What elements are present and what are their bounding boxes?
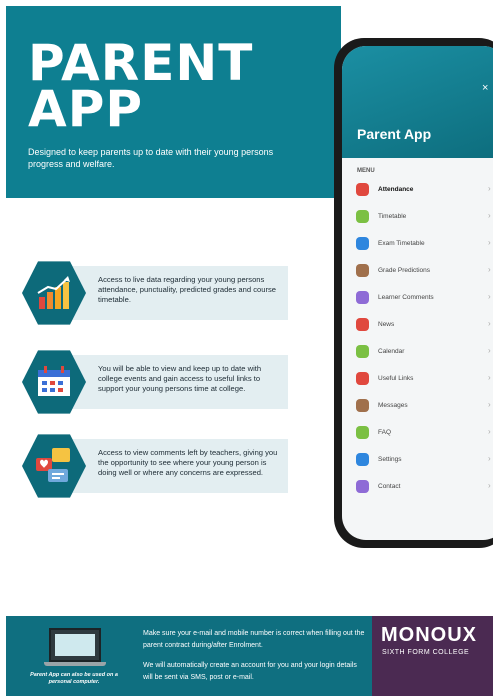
chevron-right-icon: › bbox=[488, 238, 491, 247]
menu-item-label: Messages bbox=[378, 402, 408, 409]
feature-text: Access to view comments left by teachers… bbox=[98, 448, 278, 477]
laptop-screen bbox=[49, 628, 101, 662]
menu-item-icon bbox=[356, 318, 369, 331]
chevron-right-icon: › bbox=[488, 400, 491, 409]
menu-item-learner-comments[interactable]: Learner Comments › bbox=[356, 285, 493, 312]
menu-list: Attendance › Timetable › Exam Timetable › Grad… bbox=[356, 177, 493, 501]
menu-item-icon bbox=[356, 345, 369, 358]
menu-item-icon bbox=[356, 426, 369, 439]
menu-item-label: Settings bbox=[378, 456, 402, 463]
feature-teacher-comments: Access to view comments left by teachers… bbox=[22, 434, 288, 498]
menu-item-icon bbox=[356, 480, 369, 493]
menu-item-settings[interactable]: Settings › bbox=[356, 447, 493, 474]
hero-subtitle: Designed to keep parents up to date with… bbox=[28, 147, 274, 169]
footer: Parent App can also be used on a persona… bbox=[6, 616, 493, 696]
chevron-right-icon: › bbox=[488, 292, 491, 301]
menu-item-label: News bbox=[378, 321, 395, 328]
page-title: PARENT APP bbox=[28, 38, 253, 138]
menu-item-attendance[interactable]: Attendance › bbox=[356, 177, 493, 204]
title-line-2: APP bbox=[28, 80, 143, 138]
phone-header: × Parent App bbox=[342, 46, 493, 158]
menu-item-grade-predictions[interactable]: Grade Predictions › bbox=[356, 258, 493, 285]
menu-item-contact[interactable]: Contact › bbox=[356, 474, 493, 501]
menu-item-icon bbox=[356, 291, 369, 304]
menu-item-icon bbox=[356, 399, 369, 412]
menu-item-label: Contact bbox=[378, 483, 401, 490]
feature-text: You will be able to view and keep up to … bbox=[98, 364, 262, 393]
chevron-right-icon: › bbox=[488, 211, 491, 220]
hero-banner: PARENT APP Designed to keep parents up t… bbox=[6, 6, 341, 198]
phone-screen: × Parent App MENU Attendance › Timetable › E… bbox=[342, 46, 493, 540]
feature-text: Access to live data regarding your young… bbox=[98, 275, 277, 304]
chevron-right-icon: › bbox=[488, 454, 491, 463]
menu-item-messages[interactable]: Messages › bbox=[356, 393, 493, 420]
menu-label: MENU bbox=[357, 168, 375, 174]
menu-item-label: Learner Comments bbox=[378, 294, 434, 301]
chevron-right-icon: › bbox=[488, 265, 491, 274]
menu-item-useful-links[interactable]: Useful Links › bbox=[356, 366, 493, 393]
menu-item-icon bbox=[356, 264, 369, 277]
menu-item-label: Timetable bbox=[378, 213, 407, 220]
menu-item-timetable[interactable]: Timetable › bbox=[356, 204, 493, 231]
menu-item-icon bbox=[356, 453, 369, 466]
menu-item-icon bbox=[356, 183, 369, 196]
chevron-right-icon: › bbox=[488, 346, 491, 355]
menu-item-icon bbox=[356, 372, 369, 385]
footer-line-2: We will automatically create an account … bbox=[143, 662, 357, 681]
menu-item-label: Attendance bbox=[378, 186, 414, 193]
menu-item-icon bbox=[356, 210, 369, 223]
chevron-right-icon: › bbox=[488, 481, 491, 490]
menu-item-label: Grade Predictions bbox=[378, 267, 431, 274]
brand-name: MONOUX bbox=[381, 624, 477, 646]
phone-app-title: Parent App bbox=[357, 126, 432, 142]
feature-live-data: Access to live data regarding your young… bbox=[22, 261, 288, 325]
chevron-right-icon: › bbox=[488, 184, 491, 193]
menu-item-label: Exam Timetable bbox=[378, 240, 425, 247]
menu-item-label: FAQ bbox=[378, 429, 392, 436]
menu-item-faq[interactable]: FAQ › bbox=[356, 420, 493, 447]
menu-item-label: Calendar bbox=[378, 348, 405, 355]
footer-text: Make sure your e-mail and mobile number … bbox=[143, 628, 368, 684]
menu-item-exam-timetable[interactable]: Exam Timetable › bbox=[356, 231, 493, 258]
brand-subtitle: SIXTH FORM COLLEGE bbox=[382, 649, 470, 656]
college-logo: MONOUX SIXTH FORM COLLEGE bbox=[372, 616, 493, 696]
laptop-icon bbox=[44, 628, 106, 668]
laptop-base bbox=[44, 662, 106, 666]
menu-item-icon bbox=[356, 237, 369, 250]
footer-line-1: Make sure your e-mail and mobile number … bbox=[143, 630, 365, 649]
close-icon[interactable]: × bbox=[482, 82, 488, 94]
laptop-caption: Parent App can also be used on a persona… bbox=[30, 672, 118, 685]
phone-mockup: × Parent App MENU Attendance › Timetable › E… bbox=[334, 38, 493, 548]
chevron-right-icon: › bbox=[488, 319, 491, 328]
menu-item-label: Useful Links bbox=[378, 375, 414, 382]
chevron-right-icon: › bbox=[488, 427, 491, 436]
chevron-right-icon: › bbox=[488, 373, 491, 382]
feature-college-events: You will be able to view and keep up to … bbox=[22, 350, 288, 414]
menu-item-calendar[interactable]: Calendar › bbox=[356, 339, 493, 366]
menu-item-news[interactable]: News › bbox=[356, 312, 493, 339]
